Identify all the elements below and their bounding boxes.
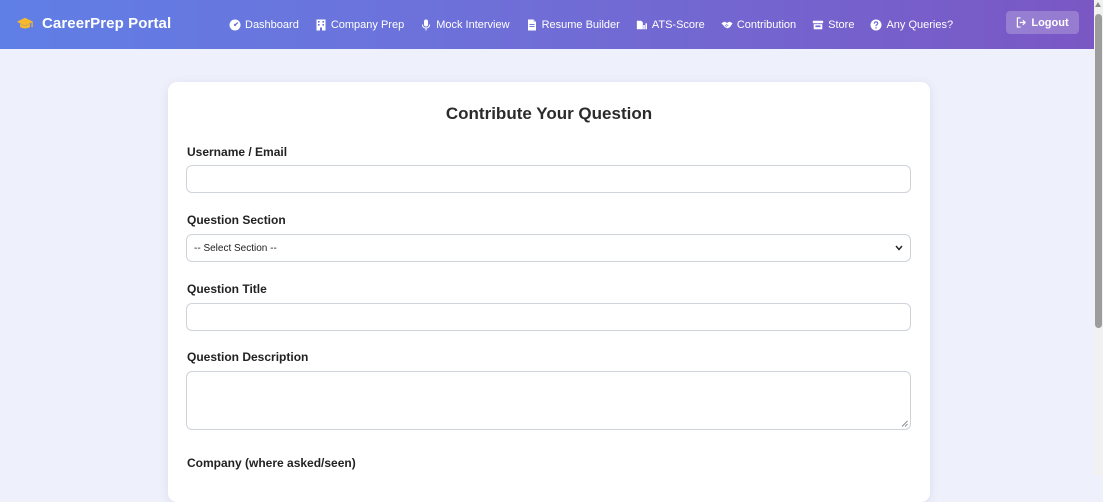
graduation-cap-icon [16, 17, 34, 28]
nav-label: Mock Interview [436, 18, 510, 31]
nav-item-any-queries[interactable]: Any Queries? [870, 19, 953, 31]
nav-item-mock-interview[interactable]: Mock Interview [420, 18, 510, 31]
question-circle-icon [870, 19, 882, 30]
question-description-wrapper [186, 371, 911, 430]
company-label: Company (where asked/seen) [187, 456, 356, 470]
username-label: Username / Email [187, 145, 288, 159]
logout-button[interactable]: Logout [1006, 11, 1079, 34]
nav-item-store[interactable]: Store [812, 19, 854, 31]
page-scrollbar[interactable] [1094, 0, 1103, 475]
nav-item-contribution[interactable]: Contribution [721, 19, 796, 31]
contribute-form-card: Contribute Your Question Username / Emai… [168, 82, 930, 502]
nav-links: Dashboard Company Prep Mock Interview Re… [229, 0, 969, 49]
scroll-up-arrow-icon[interactable] [1095, 2, 1101, 7]
nav-label: Dashboard [245, 18, 299, 31]
brand-title: CareerPrep Portal [42, 15, 172, 32]
nav-label: Company Prep [330, 18, 405, 31]
store-icon [812, 20, 824, 29]
document-icon [527, 19, 536, 30]
dashboard-icon [229, 19, 241, 30]
page-title: Contribute Your Question [445, 104, 653, 123]
section-label: Question Section [187, 213, 286, 227]
question-section-select[interactable]: -- Select Section -- [186, 234, 911, 262]
nav-item-dashboard[interactable]: Dashboard [229, 19, 299, 31]
scroll-thumb[interactable] [1095, 14, 1102, 328]
top-navbar: CareerPrep Portal Dashboard Company Prep [0, 0, 1094, 49]
nav-item-ats-score[interactable]: ATS-Score [636, 19, 705, 31]
microphone-icon [422, 19, 431, 30]
nav-item-company-prep[interactable]: Company Prep [315, 19, 404, 31]
chevron-down-icon [895, 245, 903, 251]
nav-label: ATS-Score [651, 18, 705, 31]
handshake-icon [721, 21, 733, 28]
nav-label: Store [828, 18, 855, 31]
question-description-label: Question Description [187, 350, 309, 364]
sign-out-icon [1017, 17, 1027, 28]
nav-label: Contribution [736, 18, 797, 31]
question-title-label: Question Title [187, 282, 267, 296]
question-description-textarea[interactable] [186, 371, 911, 430]
nav-label: Any Queries? [886, 18, 954, 31]
logout-label: Logout [1031, 16, 1069, 29]
chart-icon [636, 20, 647, 29]
brand-logo[interactable]: CareerPrep Portal [16, 15, 171, 32]
question-title-input[interactable] [186, 303, 911, 331]
username-email-input[interactable] [186, 165, 911, 193]
resize-handle-icon[interactable] [901, 420, 908, 427]
nav-item-resume-builder[interactable]: Resume Builder [526, 19, 620, 31]
nav-label: Resume Builder [541, 18, 620, 31]
section-selected-value: -- Select Section -- [194, 242, 277, 254]
building-icon [316, 19, 326, 30]
